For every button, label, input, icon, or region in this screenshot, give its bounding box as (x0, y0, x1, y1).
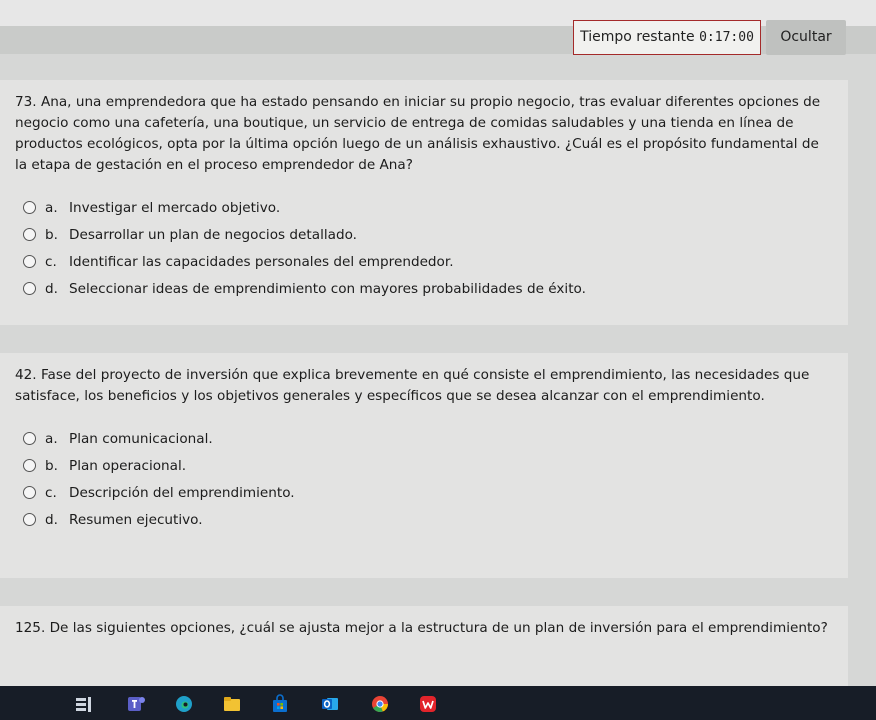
answer-option-d[interactable]: d. Seleccionar ideas de emprendimiento c… (23, 275, 834, 302)
radio-button[interactable] (23, 486, 36, 499)
question-card: 42. Fase del proyecto de inversión que e… (0, 353, 848, 578)
radio-button[interactable] (23, 459, 36, 472)
time-remaining-value: 0:17:00 (699, 30, 754, 45)
radio-button[interactable] (23, 228, 36, 241)
answer-option-c[interactable]: c. Descripción del emprendimiento. (23, 479, 834, 506)
wps-office-icon[interactable] (418, 694, 438, 714)
answer-option-d[interactable]: d. Resumen ejecutivo. (23, 506, 834, 533)
chrome-icon[interactable] (370, 694, 390, 714)
option-letter: b. (45, 226, 58, 243)
option-letter: d. (45, 280, 58, 297)
option-text: Seleccionar ideas de emprendimiento con … (69, 280, 586, 297)
question-text: 125. De las siguientes opciones, ¿cuál s… (15, 620, 828, 636)
teams-icon[interactable] (126, 694, 146, 714)
edge-icon[interactable] (174, 694, 194, 714)
answer-option-c[interactable]: c. Identificar las capacidades personale… (23, 248, 834, 275)
option-letter: d. (45, 511, 58, 528)
time-remaining-label: Tiempo restante (580, 29, 695, 45)
option-letter: a. (45, 199, 58, 216)
question-text: 73. Ana, una emprendedora que ha estado … (15, 94, 821, 173)
option-text: Identificar las capacidades personales d… (69, 253, 454, 270)
option-letter: b. (45, 457, 58, 474)
question-text: 42. Fase del proyecto de inversión que e… (15, 367, 810, 404)
answer-option-a[interactable]: a. Plan comunicacional. (23, 425, 834, 452)
option-text: Descripción del emprendimiento. (69, 484, 295, 501)
task-view-icon[interactable] (74, 694, 94, 714)
answer-options: a. Investigar el mercado objetivo. b. De… (15, 194, 834, 302)
option-text: Investigar el mercado objetivo. (69, 199, 281, 216)
hide-timer-button[interactable]: Ocultar (766, 20, 846, 55)
radio-button[interactable] (23, 432, 36, 445)
option-letter: c. (45, 484, 57, 501)
answer-options: a. Plan comunicacional. b. Plan operacio… (15, 425, 834, 533)
outlook-icon[interactable] (320, 694, 340, 714)
option-letter: a. (45, 430, 58, 447)
taskbar (0, 686, 876, 720)
answer-option-a[interactable]: a. Investigar el mercado objetivo. (23, 194, 834, 221)
radio-button[interactable] (23, 255, 36, 268)
file-explorer-icon[interactable] (222, 694, 242, 714)
option-text: Plan operacional. (69, 457, 187, 474)
question-card: 73. Ana, una emprendedora que ha estado … (0, 80, 848, 325)
store-icon[interactable] (270, 694, 290, 714)
radio-button[interactable] (23, 282, 36, 295)
radio-button[interactable] (23, 513, 36, 526)
question-card: 125. De las siguientes opciones, ¿cuál s… (0, 606, 848, 686)
answer-option-b[interactable]: b. Plan operacional. (23, 452, 834, 479)
option-text: Plan comunicacional. (69, 430, 213, 447)
option-text: Desarrollar un plan de negocios detallad… (69, 226, 357, 243)
radio-button[interactable] (23, 201, 36, 214)
option-text: Resumen ejecutivo. (69, 511, 203, 528)
time-remaining: Tiempo restante 0:17:00 (573, 20, 761, 55)
option-letter: c. (45, 253, 57, 270)
answer-option-b[interactable]: b. Desarrollar un plan de negocios detal… (23, 221, 834, 248)
